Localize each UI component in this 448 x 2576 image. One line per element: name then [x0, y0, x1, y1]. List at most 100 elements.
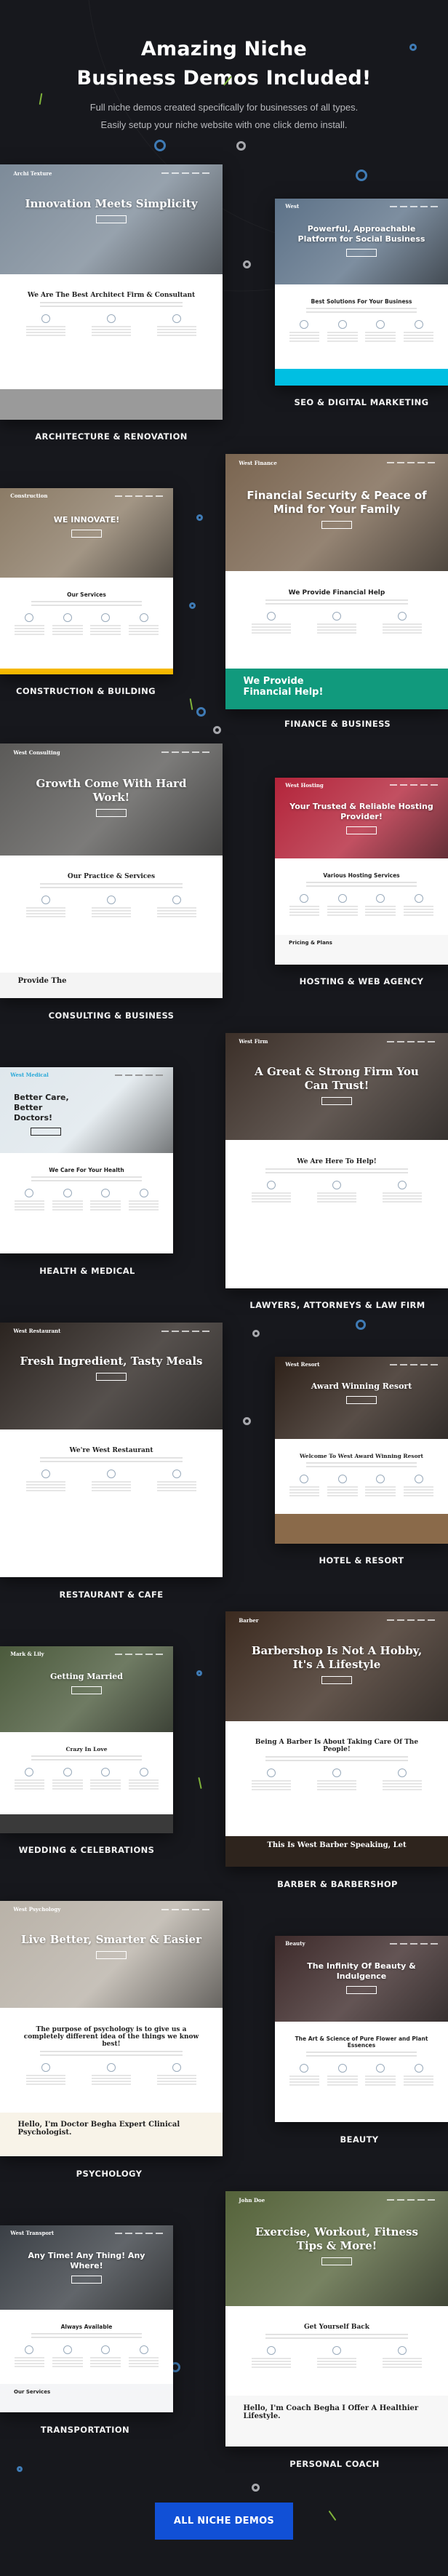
demo-feature-card	[156, 896, 196, 919]
demo-preview-3[interactable]: Construction WE INNOVATE! Our Services	[0, 488, 173, 674]
demo-preview-10[interactable]: West Resort Award Winning Resort Welcome T…	[275, 1357, 448, 1544]
demo-feature-card	[327, 2063, 358, 2087]
subtitle-line-1: Full niche demos created specifically fo…	[89, 102, 359, 113]
demo-feature-card	[365, 2063, 396, 2087]
demo-feature-card	[92, 2062, 131, 2086]
demo-nav-bar: West Psychology	[13, 1905, 209, 1914]
demo-nav-bar: Beauty	[285, 1939, 438, 1948]
demo-hero-button	[321, 521, 352, 530]
demo-preview-8[interactable]: West Firm A Great & Strong Firm You Can T…	[225, 1033, 448, 1288]
decorative-ring-icon	[252, 2484, 260, 2492]
demo-hero-button	[31, 1128, 62, 1136]
demo-hero-headline-text: Innovation Meets Simplicity	[25, 197, 198, 211]
demo-nav-links	[389, 1942, 438, 1945]
demo-label: WEDDING & CELEBRATIONS	[18, 1845, 155, 1855]
demo-section-text	[40, 1457, 183, 1463]
demo-label: SEO & DIGITAL MARKETING	[294, 397, 429, 407]
demo-hero-headline: Live Better, Smarter & Easier	[17, 1933, 204, 1960]
decorative-ring-icon	[189, 602, 196, 609]
demo-feature-card	[26, 896, 66, 919]
demo-preview-13[interactable]: West Psychology Live Better, Smarter & Ea…	[0, 1901, 223, 2156]
title-line-1: Amazing Niche	[140, 38, 308, 60]
demo-nav-links	[386, 1619, 435, 1622]
demo-preview-14[interactable]: Beauty The Infinity Of Beauty & Indulgenc…	[275, 1936, 448, 2122]
demo-feature-card	[317, 1768, 356, 1792]
all-niche-demos-button[interactable]: ALL NICHE DEMOS	[155, 2503, 293, 2540]
demo-feature-columns	[285, 320, 437, 343]
demo-preview-5[interactable]: West Consulting Growth Come With Hard Wor…	[0, 743, 223, 998]
demo-content-section: The purpose of psychology is to give us …	[0, 2008, 223, 2086]
demo-preview-4[interactable]: West Finance Financial Security & Peace o…	[225, 454, 448, 709]
demo-preview-15[interactable]: West Transport Any Time! Any Thing! Any W…	[0, 2225, 173, 2412]
demo-label: HEALTH & MEDICAL	[39, 1266, 135, 1276]
demo-feature-card	[382, 1180, 422, 1204]
demo-nav-links	[389, 1363, 438, 1365]
demo-feature-card	[289, 1475, 320, 1498]
demo-band-text: Hello, I'm Doctor Begha Expert Clinical …	[17, 2121, 180, 2137]
demo-hero-headline-text: The Infinity Of Beauty & Indulgence	[307, 1961, 416, 1982]
demo-hero-banner: John Doe Exercise, Workout, Fitness Tips …	[225, 2191, 448, 2306]
demo-section-text	[31, 2332, 143, 2338]
demo-feature-card	[128, 613, 159, 637]
demo-feature-card	[52, 1768, 83, 1791]
demo-hero-headline: Growth Come With Hard Work!	[17, 777, 204, 818]
demo-feature-card	[317, 611, 356, 635]
demo-preview-6[interactable]: West Hosting Your Trusted & Reliable Host…	[275, 778, 448, 965]
demo-feature-card	[403, 893, 434, 917]
demo-bottom-band: Pricing & Plans	[275, 934, 448, 965]
demo-hero-button	[346, 1395, 377, 1404]
demo-feature-card	[90, 1188, 121, 1212]
demo-label: CONSTRUCTION & BUILDING	[16, 686, 156, 696]
demo-preview-2[interactable]: West Powerful, Approachable Platform for …	[275, 199, 448, 386]
demo-feature-card	[403, 2063, 434, 2087]
demo-content-section: We Care For Your Health	[0, 1153, 173, 1212]
demo-hero-banner: Beauty The Infinity Of Beauty & Indulgenc…	[275, 1936, 448, 2022]
demo-feature-card	[90, 2345, 121, 2369]
demo-hero-headline-text: Live Better, Smarter & Easier	[20, 1933, 202, 1947]
demo-label: BARBER & BARBERSHOP	[277, 1879, 398, 1889]
demo-preview-16[interactable]: John Doe Exercise, Workout, Fitness Tips …	[225, 2191, 448, 2447]
demo-logo: Construction	[10, 493, 48, 500]
demo-nav-links	[386, 462, 435, 464]
demo-hero-banner: West Restaurant Fresh Ingredient, Tasty M…	[0, 1323, 223, 1429]
page-subtitle: Full niche demos created specifically fo…	[0, 99, 448, 134]
demo-logo: West Resort	[285, 1361, 320, 1368]
demo-label: HOTEL & RESORT	[319, 1555, 404, 1566]
demo-feature-card	[52, 1188, 83, 1212]
demo-feature-card	[92, 1470, 131, 1493]
demo-preview-12[interactable]: Barber Barbershop Is Not A Hobby, It's A …	[225, 1611, 448, 1867]
demo-band-text: Hello, I'm Coach Begha I Offer A Healthi…	[243, 2404, 419, 2421]
demo-hero-headline-text: A Great & Strong Firm You Can Trust!	[255, 1065, 419, 1093]
demo-hero-headline-text: Fresh Ingredient, Tasty Meals	[20, 1355, 203, 1368]
demo-feature-card	[365, 1475, 396, 1498]
demo-feature-card	[382, 611, 422, 635]
demo-feature-card	[52, 2345, 83, 2369]
demo-preview-9[interactable]: West Restaurant Fresh Ingredient, Tasty M…	[0, 1323, 223, 1577]
demo-hero-headline: Barbershop Is Not A Hobby, It's A Lifest…	[243, 1644, 430, 1685]
demo-feature-card	[327, 893, 358, 917]
demo-hero-headline: Financial Security & Peace of Mind for Y…	[243, 489, 430, 530]
demo-preview-7[interactable]: West Medical Better Care, Better Doctors!…	[0, 1067, 173, 1253]
demo-preview-11[interactable]: Mark & Lily Getting Married Crazy In Love	[0, 1646, 173, 1833]
demo-nav-links	[389, 784, 438, 786]
demo-hero-banner: West Firm A Great & Strong Firm You Can T…	[225, 1033, 448, 1141]
subtitle-line-2: Easily setup your niche website with one…	[100, 119, 348, 130]
demo-bottom-band: Our Services	[0, 2384, 173, 2412]
demo-content-section: Get Yourself Back	[225, 2306, 448, 2369]
title-line-2: Business Demos Included!	[76, 67, 372, 89]
demo-section-text	[265, 599, 408, 605]
demo-logo: Barber	[239, 1616, 259, 1624]
demo-label: BEAUTY	[340, 2134, 379, 2145]
demo-label: ARCHITECTURE & RENOVATION	[35, 431, 188, 442]
demo-content-section: We're West Restaurant	[0, 1429, 223, 1493]
demo-feature-card	[317, 1180, 356, 1204]
decorative-dash	[198, 1777, 202, 1790]
demo-hero-headline: WE INNOVATE!	[14, 515, 159, 538]
demo-feature-card	[365, 893, 396, 917]
demo-preview-1[interactable]: Archi Texture Innovation Meets Simplicity…	[0, 164, 223, 420]
demo-content-section: The Art & Science of Pure Flower and Pla…	[275, 2022, 448, 2087]
demo-feature-columns	[239, 1768, 434, 1792]
demo-band-text: Provide The	[17, 977, 67, 986]
demo-feature-card	[382, 2346, 422, 2369]
demo-logo: West Firm	[239, 1038, 268, 1045]
